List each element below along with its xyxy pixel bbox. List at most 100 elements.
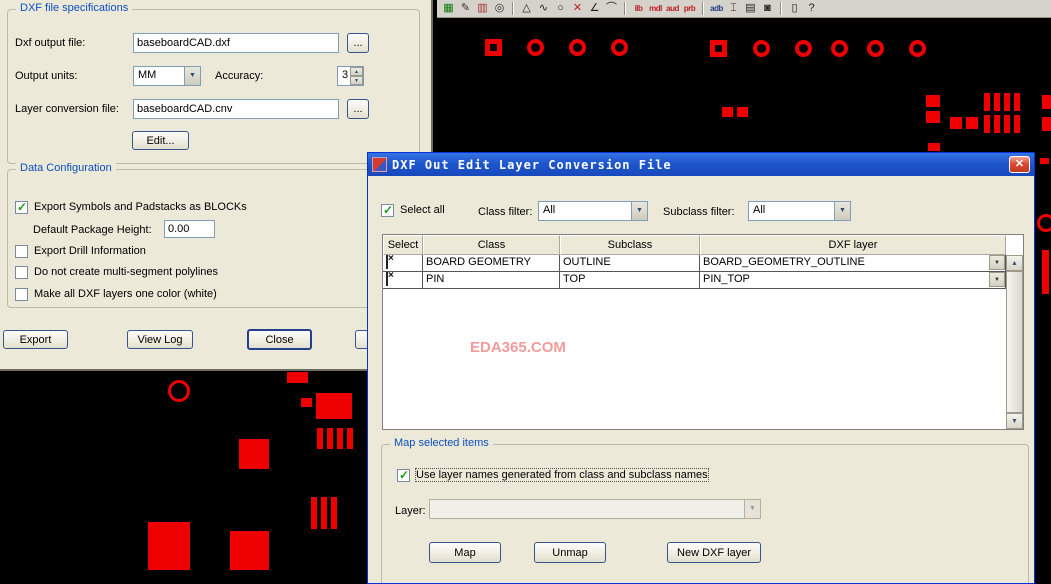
checkbox-box[interactable] bbox=[15, 200, 28, 214]
mdl-icon[interactable]: mdl bbox=[647, 1, 664, 16]
checkbox-box[interactable] bbox=[397, 468, 410, 482]
chevron-down-icon[interactable]: ▼ bbox=[834, 202, 850, 220]
map-button[interactable]: Map bbox=[429, 542, 501, 563]
table-scrollbar[interactable]: ▲ ▼ bbox=[1006, 255, 1023, 429]
checkbox-export-symbols[interactable]: Export Symbols and Padstacks as BLOCKs bbox=[15, 200, 247, 214]
checkbox-label: Do not create multi-segment polylines bbox=[34, 266, 219, 278]
row-class-cell[interactable]: BOARD GEOMETRY bbox=[423, 255, 560, 272]
pcb-copper-shape bbox=[950, 117, 962, 129]
checkbox-export-drill[interactable]: Export Drill Information bbox=[15, 244, 146, 258]
chevron-down-icon[interactable]: ▼ bbox=[989, 255, 1005, 270]
row-dxf-layer-cell[interactable]: BOARD_GEOMETRY_OUTLINE ▼ bbox=[700, 255, 1006, 272]
spline-tool-icon[interactable]: ∿ bbox=[535, 1, 552, 16]
close-button[interactable]: Close bbox=[247, 329, 312, 350]
target-icon[interactable]: ◎ bbox=[491, 1, 508, 16]
output-file-input[interactable] bbox=[133, 33, 339, 53]
checkbox-one-color[interactable]: Make all DXF layers one color (white) bbox=[15, 287, 217, 301]
pcb-circular-pad bbox=[909, 40, 926, 57]
subclass-filter-select[interactable]: All ▼ bbox=[748, 201, 851, 221]
row-select-box[interactable] bbox=[386, 272, 388, 286]
pcb-circular-pad bbox=[795, 40, 812, 57]
checkbox-label: Select all bbox=[400, 204, 445, 216]
class-filter-select[interactable]: All ▼ bbox=[538, 201, 648, 221]
row-dxf-layer-value: PIN_TOP bbox=[703, 273, 750, 285]
pcb-circular-pad bbox=[569, 39, 586, 56]
table-row[interactable]: PIN TOP PIN_TOP ▼ bbox=[383, 272, 1006, 289]
row-class-cell[interactable]: PIN bbox=[423, 272, 560, 289]
pcb-copper-shape bbox=[737, 107, 748, 117]
checkbox-box[interactable] bbox=[15, 287, 28, 301]
scrollbar-thumb[interactable] bbox=[1006, 271, 1023, 413]
export-button[interactable]: Export bbox=[3, 330, 68, 349]
row-select-cell[interactable] bbox=[383, 272, 423, 289]
help-icon[interactable]: ? bbox=[803, 1, 820, 16]
angle-tool-icon[interactable]: ∠ bbox=[586, 1, 603, 16]
row-select-cell[interactable] bbox=[383, 255, 423, 272]
conversion-file-input[interactable] bbox=[133, 99, 339, 119]
scrollbar-up-icon[interactable]: ▲ bbox=[1006, 255, 1023, 271]
document-icon[interactable]: ▯ bbox=[786, 1, 803, 16]
row-subclass-cell[interactable]: OUTLINE bbox=[560, 255, 700, 272]
header-dxf-layer[interactable]: DXF layer bbox=[700, 235, 1006, 255]
header-class[interactable]: Class bbox=[423, 235, 560, 255]
row-subclass-cell[interactable]: TOP bbox=[560, 272, 700, 289]
pcb-copper-shape bbox=[994, 93, 1000, 111]
camera-icon[interactable]: ◙ bbox=[759, 1, 776, 16]
package-height-label: Default Package Height: bbox=[33, 224, 152, 236]
pcb-copper-shape bbox=[1004, 115, 1010, 133]
checkbox-no-multisegment[interactable]: Do not create multi-segment polylines bbox=[15, 265, 218, 279]
edit-button[interactable]: Edit... bbox=[132, 131, 189, 150]
view-log-button[interactable]: View Log bbox=[127, 330, 193, 349]
dialog-titlebar[interactable]: DXF Out Edit Layer Conversion File ✕ bbox=[368, 153, 1034, 176]
edit-icon[interactable]: ✎ bbox=[457, 1, 474, 16]
chevron-down-icon[interactable]: ▼ bbox=[631, 202, 647, 220]
arc-tool-icon[interactable]: ⌒ bbox=[603, 1, 620, 16]
pcb-copper-shape bbox=[994, 115, 1000, 133]
close-icon[interactable]: ✕ bbox=[1009, 156, 1030, 173]
unmap-button[interactable]: Unmap bbox=[534, 542, 606, 563]
package-height-input[interactable] bbox=[164, 220, 215, 238]
conversion-file-browse-button[interactable]: ... bbox=[347, 99, 369, 119]
output-units-value: MM bbox=[138, 69, 157, 81]
prb-icon[interactable]: prb bbox=[681, 1, 698, 16]
pcb-copper-shape bbox=[311, 497, 317, 529]
pcb-copper-shape bbox=[239, 439, 269, 469]
checkbox-label: Use layer names generated from class and… bbox=[415, 468, 709, 482]
class-filter-label: Class filter: bbox=[478, 206, 533, 218]
chevron-down-icon[interactable]: ▼ bbox=[989, 272, 1005, 287]
output-file-browse-button[interactable]: ... bbox=[347, 33, 369, 53]
chevron-down-icon[interactable]: ▼ bbox=[184, 67, 200, 85]
checkbox-box[interactable] bbox=[15, 244, 28, 258]
grid-toggle-icon[interactable]: ▦ bbox=[440, 1, 457, 16]
ibeam-icon[interactable]: ⌶ bbox=[725, 1, 742, 16]
accuracy-spinner[interactable]: 3 ▲ ▼ bbox=[337, 66, 364, 86]
scrollbar-down-icon[interactable]: ▼ bbox=[1006, 413, 1023, 429]
row-select-box[interactable] bbox=[386, 255, 388, 269]
aud-icon[interactable]: aud bbox=[664, 1, 681, 16]
triangle-tool-icon[interactable]: △ bbox=[518, 1, 535, 16]
select-all-checkbox[interactable]: Select all bbox=[381, 203, 445, 217]
table-icon[interactable]: ▤ bbox=[742, 1, 759, 16]
ilb-icon[interactable]: ilb bbox=[630, 1, 647, 16]
adb-icon[interactable]: adb bbox=[708, 1, 725, 16]
checkbox-box[interactable] bbox=[381, 203, 394, 217]
new-dxf-layer-button[interactable]: New DXF layer bbox=[667, 542, 761, 563]
dialog-body: Select all Class filter: All ▼ Subclass … bbox=[368, 176, 1034, 583]
header-select[interactable]: Select bbox=[383, 235, 423, 255]
circle-tool-icon[interactable]: ○ bbox=[552, 1, 569, 16]
table-row[interactable]: BOARD GEOMETRY OUTLINE BOARD_GEOMETRY_OU… bbox=[383, 255, 1006, 272]
header-subclass[interactable]: Subclass bbox=[560, 235, 700, 255]
spinner-down-icon[interactable]: ▼ bbox=[350, 76, 363, 85]
layers-icon[interactable]: ▥ bbox=[474, 1, 491, 16]
use-generated-names-checkbox[interactable]: Use layer names generated from class and… bbox=[397, 468, 709, 482]
row-dxf-layer-cell[interactable]: PIN_TOP ▼ bbox=[700, 272, 1006, 289]
pcb-square-pad bbox=[485, 39, 502, 56]
pcb-copper-shape bbox=[1014, 93, 1020, 111]
watermark: EDA365.COM bbox=[470, 339, 566, 356]
checkbox-box[interactable] bbox=[15, 265, 28, 279]
spinner-up-icon[interactable]: ▲ bbox=[350, 67, 363, 76]
pcb-copper-shape bbox=[928, 143, 940, 151]
checkbox-label: Make all DXF layers one color (white) bbox=[34, 288, 217, 300]
delete-tool-icon[interactable]: ✕ bbox=[569, 1, 586, 16]
output-units-select[interactable]: MM ▼ bbox=[133, 66, 201, 86]
